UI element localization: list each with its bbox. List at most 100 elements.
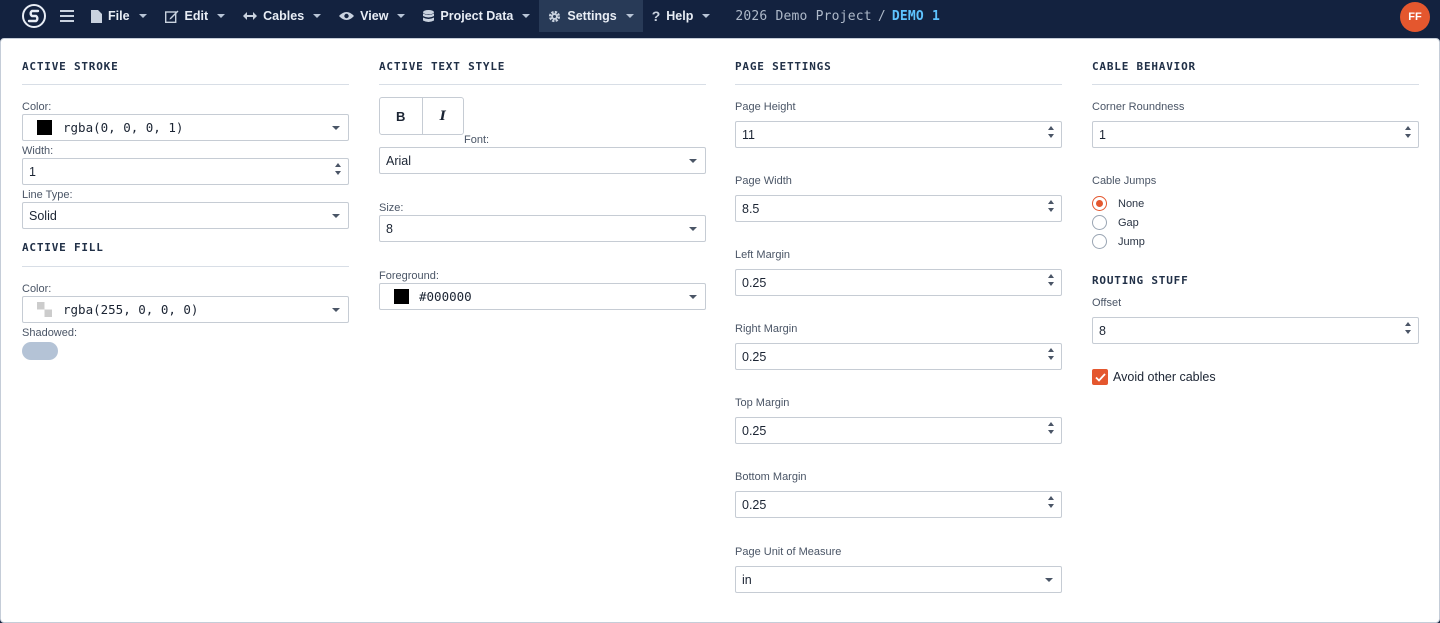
- app-logo-icon[interactable]: [16, 0, 52, 32]
- unit-label: Page Unit of Measure: [735, 546, 842, 558]
- italic-button[interactable]: I: [421, 98, 464, 134]
- top-margin-value: 0.25: [742, 423, 767, 438]
- foreground-select[interactable]: #000000: [379, 283, 706, 310]
- stroke-width-input[interactable]: 1: [22, 158, 349, 185]
- menu-help[interactable]: ? Help: [643, 0, 720, 32]
- page-height-label: Page Height: [735, 101, 796, 113]
- bold-button[interactable]: B: [380, 98, 422, 134]
- font-select[interactable]: Arial: [379, 147, 706, 174]
- number-stepper-icon[interactable]: [1048, 348, 1054, 360]
- chevron-down-icon: [397, 14, 406, 18]
- chevron-down-icon: [313, 14, 322, 18]
- bottom-margin-input[interactable]: 0.25: [735, 491, 1062, 518]
- cable-jumps-label: Cable Jumps: [1092, 175, 1157, 187]
- corner-roundness-value: 1: [1099, 127, 1106, 142]
- menu-edit[interactable]: Edit: [156, 0, 235, 32]
- menu-edit-label: Edit: [184, 9, 209, 23]
- left-margin-input[interactable]: 0.25: [735, 269, 1062, 296]
- section-title-cable-behavior: CABLE BEHAVIOR: [1092, 39, 1419, 85]
- menu-file[interactable]: File: [82, 0, 156, 32]
- radio-unselected-icon[interactable]: [1092, 215, 1107, 230]
- avoid-other-cables-checkbox[interactable]: Avoid other cables: [1092, 369, 1419, 385]
- stroke-color-swatch: [37, 120, 52, 135]
- number-stepper-icon[interactable]: [1405, 126, 1411, 138]
- hamburger-menu-icon[interactable]: [52, 0, 82, 32]
- project-name[interactable]: 2026 Demo Project: [735, 9, 871, 24]
- chevron-down-icon: [689, 159, 697, 163]
- page-height-input[interactable]: 11: [735, 121, 1062, 148]
- menu-project-data-label: Project Data: [440, 9, 514, 23]
- chevron-down-icon: [689, 295, 697, 299]
- right-margin-label: Right Margin: [735, 323, 798, 335]
- stroke-color-select[interactable]: rgba(0, 0, 0, 1): [22, 114, 349, 141]
- offset-label: Offset: [1092, 297, 1122, 309]
- transparent-swatch-icon: [37, 302, 52, 317]
- checkmark-icon[interactable]: [1092, 369, 1108, 385]
- fill-color-select[interactable]: rgba(255, 0, 0, 0): [22, 296, 349, 323]
- menu-file-label: File: [108, 9, 130, 23]
- number-stepper-icon[interactable]: [1048, 496, 1054, 508]
- page-width-label: Page Width: [735, 175, 792, 187]
- number-stepper-icon[interactable]: [335, 163, 341, 175]
- right-margin-input[interactable]: 0.25: [735, 343, 1062, 370]
- line-type-select[interactable]: Solid: [22, 202, 349, 229]
- number-stepper-icon[interactable]: [1048, 200, 1054, 212]
- shadowed-toggle[interactable]: [22, 342, 58, 360]
- eye-icon: [339, 12, 355, 20]
- top-margin-input[interactable]: 0.25: [735, 417, 1062, 444]
- number-stepper-icon[interactable]: [1048, 422, 1054, 434]
- number-stepper-icon[interactable]: [1048, 126, 1054, 138]
- chevron-down-icon: [332, 126, 340, 130]
- page-width-input[interactable]: 8.5: [735, 195, 1062, 222]
- corner-roundness-input[interactable]: 1: [1092, 121, 1419, 148]
- menu-help-label: Help: [666, 9, 694, 23]
- fill-color-value: rgba(255, 0, 0, 0): [63, 302, 199, 317]
- size-select[interactable]: 8: [379, 215, 706, 242]
- size-value: 8: [386, 221, 393, 236]
- fill-color-label: Color:: [22, 283, 52, 295]
- stroke-color-value: rgba(0, 0, 0, 1): [63, 120, 184, 135]
- stroke-color-label: Color:: [22, 101, 52, 113]
- stroke-fill-column: ACTIVE STROKE Color: rgba(0, 0, 0, 1) Wi…: [22, 39, 349, 360]
- avatar[interactable]: FF: [1400, 2, 1430, 32]
- radio-selected-icon[interactable]: [1092, 196, 1107, 211]
- breadcrumb-separator: /: [877, 8, 886, 24]
- settings-panel: ACTIVE STROKE Color: rgba(0, 0, 0, 1) Wi…: [0, 38, 1440, 623]
- left-margin-label: Left Margin: [735, 249, 791, 261]
- radio-gap[interactable]: Gap: [1092, 213, 1419, 232]
- menu-cables[interactable]: Cables: [234, 0, 330, 32]
- page-name[interactable]: DEMO 1: [892, 9, 940, 24]
- file-icon: [91, 9, 102, 23]
- top-margin-label: Top Margin: [735, 397, 790, 409]
- radio-none[interactable]: None: [1092, 194, 1419, 213]
- radio-jump[interactable]: Jump: [1092, 232, 1419, 251]
- chevron-down-icon: [217, 14, 226, 18]
- line-type-value: Solid: [29, 208, 57, 223]
- radio-unselected-icon[interactable]: [1092, 234, 1107, 249]
- radio-gap-label: Gap: [1118, 216, 1139, 229]
- left-margin-value: 0.25: [742, 275, 767, 290]
- page-width-value: 8.5: [742, 201, 760, 216]
- chevron-down-icon: [1045, 578, 1053, 582]
- cable-jumps-radio-group: None Gap Jump: [1092, 194, 1419, 251]
- double-arrow-icon: [243, 12, 258, 20]
- bottom-margin-label: Bottom Margin: [735, 471, 807, 483]
- unit-select[interactable]: in: [735, 566, 1062, 593]
- menu-project-data[interactable]: Project Data: [414, 0, 539, 32]
- menu-view[interactable]: View: [330, 0, 414, 32]
- stroke-width-value: 1: [29, 164, 36, 179]
- offset-input[interactable]: 8: [1092, 317, 1419, 344]
- unit-value: in: [742, 572, 752, 587]
- right-margin-value: 0.25: [742, 349, 767, 364]
- top-navigation-bar: File Edit Cables View Project Data Setti…: [0, 0, 1440, 32]
- radio-jump-label: Jump: [1118, 235, 1145, 248]
- menu-cables-label: Cables: [263, 9, 305, 23]
- gear-icon: [549, 10, 561, 22]
- number-stepper-icon[interactable]: [1048, 274, 1054, 286]
- stroke-width-label: Width:: [22, 145, 54, 157]
- size-label: Size:: [379, 202, 404, 214]
- number-stepper-icon[interactable]: [1405, 322, 1411, 334]
- menu-settings[interactable]: Settings: [539, 0, 643, 32]
- shadowed-label: Shadowed:: [22, 327, 78, 339]
- chevron-down-icon: [625, 14, 634, 18]
